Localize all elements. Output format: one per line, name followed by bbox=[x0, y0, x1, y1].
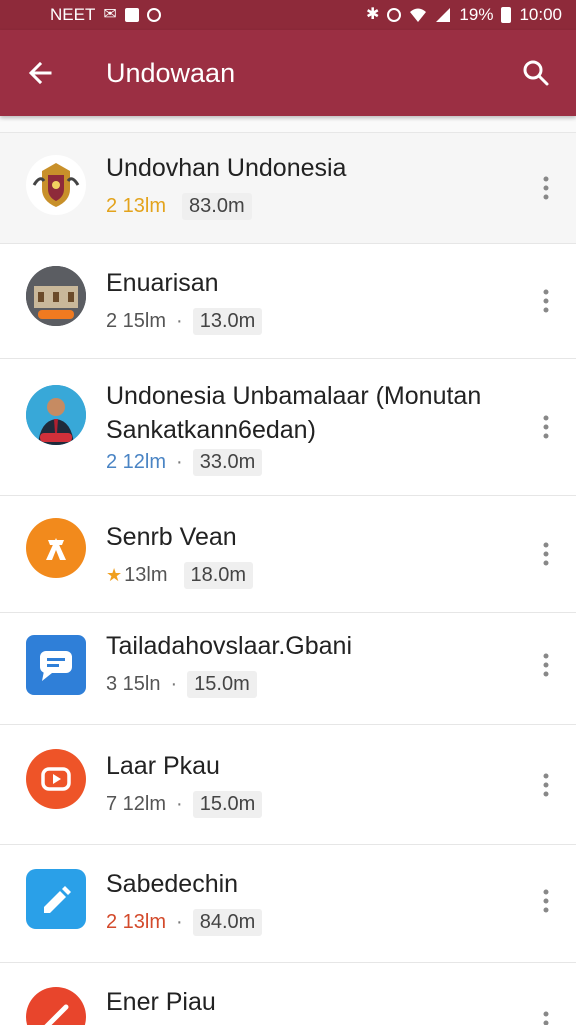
carrier-label: NEET bbox=[50, 5, 95, 25]
item-size: 15.0m bbox=[187, 671, 257, 698]
media-icon bbox=[125, 8, 139, 22]
more-vert-icon bbox=[543, 653, 549, 677]
item-count: 13lm bbox=[124, 564, 167, 587]
list-item[interactable]: Laar Pkau 7 12lm · 15.0m bbox=[0, 725, 576, 845]
item-title: Undovhan Undonesia bbox=[106, 151, 506, 185]
pencil-icon bbox=[38, 881, 74, 917]
back-button[interactable] bbox=[0, 30, 80, 116]
more-options-button[interactable] bbox=[532, 534, 560, 574]
item-size: 18.0m bbox=[184, 562, 254, 589]
chat-bubble-icon bbox=[36, 645, 76, 685]
person-avatar bbox=[26, 385, 86, 445]
list-item[interactable]: Sabedechin 2 13lm · 84.0m bbox=[0, 845, 576, 963]
status-right: ✱ 19% 10:00 bbox=[366, 5, 562, 25]
arrow-back-icon bbox=[26, 59, 54, 87]
item-count: 7 12lm bbox=[106, 793, 166, 816]
app-bar: Undowaan bbox=[0, 30, 576, 116]
clock: 10:00 bbox=[519, 5, 562, 25]
no-entry-avatar bbox=[26, 987, 86, 1025]
item-title: Enuarisan bbox=[106, 266, 506, 300]
more-vert-icon bbox=[543, 542, 549, 566]
sync-icon bbox=[147, 8, 161, 22]
item-title: Undonesia Unbamalaar (Monutan bbox=[106, 379, 506, 413]
notification-icon: ✉ bbox=[103, 7, 116, 23]
more-options-button[interactable] bbox=[532, 765, 560, 805]
item-count: 2 13lm bbox=[106, 195, 166, 218]
item-count: 3 15ln bbox=[106, 673, 161, 696]
wifi-icon bbox=[409, 7, 427, 23]
status-left: NEET ✉ bbox=[50, 5, 161, 25]
alarm-icon bbox=[387, 8, 401, 22]
search-icon bbox=[522, 59, 550, 87]
item-title: Senrb Vean bbox=[106, 520, 506, 554]
no-entry-icon bbox=[38, 999, 74, 1025]
person-photo-icon bbox=[26, 385, 86, 445]
play-avatar bbox=[26, 749, 86, 809]
item-size: 83.0m bbox=[182, 193, 252, 220]
building-photo-icon bbox=[26, 266, 86, 326]
x-shape-icon bbox=[38, 530, 74, 566]
item-size: 13.0m bbox=[193, 308, 263, 335]
item-count: 2 12lm bbox=[106, 451, 166, 474]
pencil-avatar bbox=[26, 869, 86, 929]
more-vert-icon bbox=[543, 889, 549, 913]
app-list: Undovhan Undonesia 2 13lm 83.0m bbox=[0, 132, 576, 1025]
item-size: 15.0m bbox=[193, 791, 263, 818]
battery-icon bbox=[501, 7, 511, 23]
more-options-button[interactable] bbox=[532, 281, 560, 321]
item-size: 84.0m bbox=[193, 909, 263, 936]
list-item[interactable]: Enuarisan 2 15lm · 13.0m bbox=[0, 244, 576, 359]
list-item[interactable]: Senrb Vean ★ 13lm 18.0m bbox=[0, 496, 576, 613]
item-title: Ener Piau bbox=[106, 985, 506, 1019]
search-button[interactable] bbox=[496, 30, 576, 116]
list-item[interactable]: Undonesia Unbamalaar (Monutan Sankatkann… bbox=[0, 359, 576, 496]
play-icon bbox=[38, 761, 74, 797]
list-item[interactable]: Tailadahovslaar.Gbani 3 15ln · 15.0m bbox=[0, 613, 576, 725]
status-bar: NEET ✉ ✱ 19% 10:00 bbox=[0, 0, 576, 30]
more-vert-icon bbox=[543, 415, 549, 439]
chat-avatar bbox=[26, 635, 86, 695]
item-title-line2: Sankatkann6edan) bbox=[106, 413, 506, 447]
more-vert-icon bbox=[543, 176, 549, 200]
more-vert-icon bbox=[543, 289, 549, 313]
item-count: 2 15lm bbox=[106, 310, 166, 333]
page-title: Undowaan bbox=[106, 58, 496, 89]
list-item[interactable]: Undovhan Undonesia 2 13lm 83.0m bbox=[0, 133, 576, 244]
more-options-button[interactable] bbox=[532, 881, 560, 921]
more-options-button[interactable] bbox=[532, 407, 560, 447]
crest-emblem-icon bbox=[26, 155, 86, 215]
more-vert-icon bbox=[543, 773, 549, 797]
item-title: Tailadahovslaar.Gbani bbox=[106, 629, 506, 663]
more-options-button[interactable] bbox=[532, 645, 560, 685]
signal-icon bbox=[435, 7, 451, 23]
more-options-button[interactable] bbox=[532, 168, 560, 208]
crest-avatar bbox=[26, 155, 86, 215]
item-title: Sabedechin bbox=[106, 867, 506, 901]
item-size: 33.0m bbox=[193, 449, 263, 476]
more-vert-icon bbox=[543, 1011, 549, 1025]
building-avatar bbox=[26, 266, 86, 326]
orange-avatar bbox=[26, 518, 86, 578]
star-icon: ★ bbox=[106, 565, 122, 586]
list-item[interactable]: Ener Piau bbox=[0, 963, 576, 1025]
item-count: 2 13lm bbox=[106, 911, 166, 934]
bluetooth-icon: ✱ bbox=[366, 7, 379, 23]
item-title: Laar Pkau bbox=[106, 749, 506, 783]
battery-percent: 19% bbox=[459, 5, 493, 25]
more-options-button[interactable] bbox=[532, 1003, 560, 1025]
